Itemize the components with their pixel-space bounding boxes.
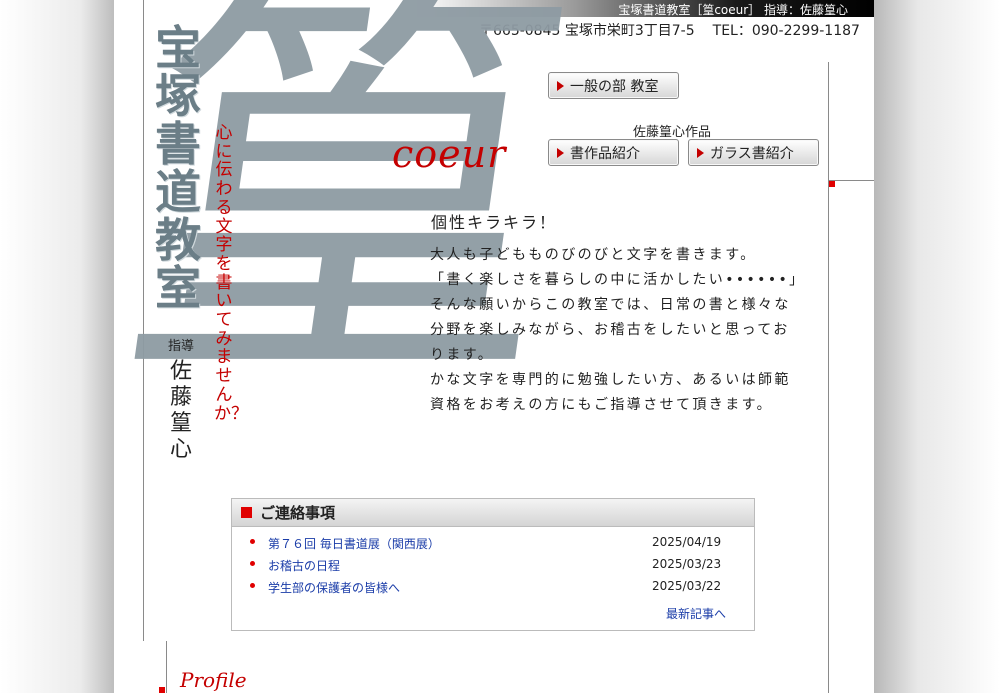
square-bullet-icon — [241, 507, 252, 518]
site-title: 宝塚書道教室［篁coeur］ 指導：佐藤篁心 — [618, 3, 848, 17]
notice-link[interactable]: 学生部の保護者の皆様へ — [268, 579, 400, 596]
bullet-icon — [250, 539, 255, 544]
intro-body: 大人も子どもものびのびと文字を書きます。 「書く楽しさを暮らしの中に活かしたい•… — [430, 243, 806, 418]
instructor-label: 指導 — [167, 339, 194, 354]
notice-date: 2025/04/19 — [652, 535, 722, 549]
coeur-logo: coeur — [392, 132, 507, 176]
school-name-vertical: 宝塚書道教室 — [155, 21, 201, 315]
bullet-icon — [250, 583, 255, 588]
bullet-icon — [250, 561, 255, 566]
notices-panel: ご連絡事項 第７６回 毎日書道展（関西展） 2025/04/19 お稽古の日程 … — [231, 498, 755, 631]
notices-heading: ご連絡事項 — [260, 504, 336, 522]
list-item: 学生部の保護者の皆様へ 2025/03/22 — [250, 579, 730, 601]
arrow-right-icon — [557, 147, 564, 158]
notice-date: 2025/03/22 — [652, 579, 722, 593]
tel-text: TEL：090-2299-1187 — [712, 23, 860, 39]
calligraphy-works-label: 書作品紹介 — [570, 145, 640, 162]
notice-link[interactable]: 第７６回 毎日書道展（関西展） — [268, 535, 440, 552]
glass-calligraphy-button[interactable]: ガラス書紹介 — [688, 139, 819, 166]
general-class-button[interactable]: 一般の部 教室 — [548, 72, 679, 99]
page-container: 宝塚書道教室［篁coeur］ 指導：佐藤篁心 〒665-0845 宝塚市栄町3丁… — [114, 0, 874, 693]
intro-title: 個性キラキラ！ — [431, 213, 558, 232]
calligraphy-works-button[interactable]: 書作品紹介 — [548, 139, 679, 166]
tagline-vertical: 心に伝わる文字を書いてみませんか？ — [214, 123, 248, 424]
page-background-right — [874, 0, 1000, 693]
list-item: 第７６回 毎日書道展（関西展） 2025/04/19 — [250, 535, 730, 557]
general-class-label: 一般の部 教室 — [570, 78, 659, 95]
notices-list: 第７６回 毎日書道展（関西展） 2025/04/19 お稽古の日程 2025/0… — [250, 535, 730, 601]
glass-calligraphy-label: ガラス書紹介 — [710, 145, 794, 162]
notice-date: 2025/03/23 — [652, 557, 722, 571]
notice-link[interactable]: お稽古の日程 — [268, 557, 340, 574]
intro-paragraph: 大人も子どもものびのびと文字を書きます。 — [430, 247, 757, 263]
arrow-right-icon — [697, 147, 704, 158]
arrow-right-icon — [557, 80, 564, 91]
intro-paragraph: 「書く楽しさを暮らしの中に活かしたい••••••」 — [430, 272, 806, 288]
profile-marker — [159, 687, 165, 693]
frame-line-left-lower — [166, 641, 167, 693]
works-heading: 佐藤篁心作品 — [633, 125, 712, 140]
latest-posts-link[interactable]: 最新記事へ — [666, 605, 726, 622]
notices-header: ご連絡事項 — [232, 499, 754, 527]
list-item: お稽古の日程 2025/03/23 — [250, 557, 730, 579]
intro-paragraph: かな文字を専門的に勉強したい方、あるいは師範資格をお考えの方にもご指導させて頂き… — [430, 372, 791, 413]
instructor-block: 指導 佐藤篁心 — [166, 340, 196, 463]
profile-heading: Profile — [180, 668, 247, 692]
page-background-left — [0, 0, 114, 693]
intro-paragraph: そんな願いからこの教室では、日常の書と様々な分野を楽しみながら、お稽古をしたいと… — [430, 297, 791, 363]
frame-line-right — [828, 62, 829, 693]
corner-marker — [829, 181, 835, 187]
instructor-name: 佐藤篁心 — [169, 359, 192, 462]
